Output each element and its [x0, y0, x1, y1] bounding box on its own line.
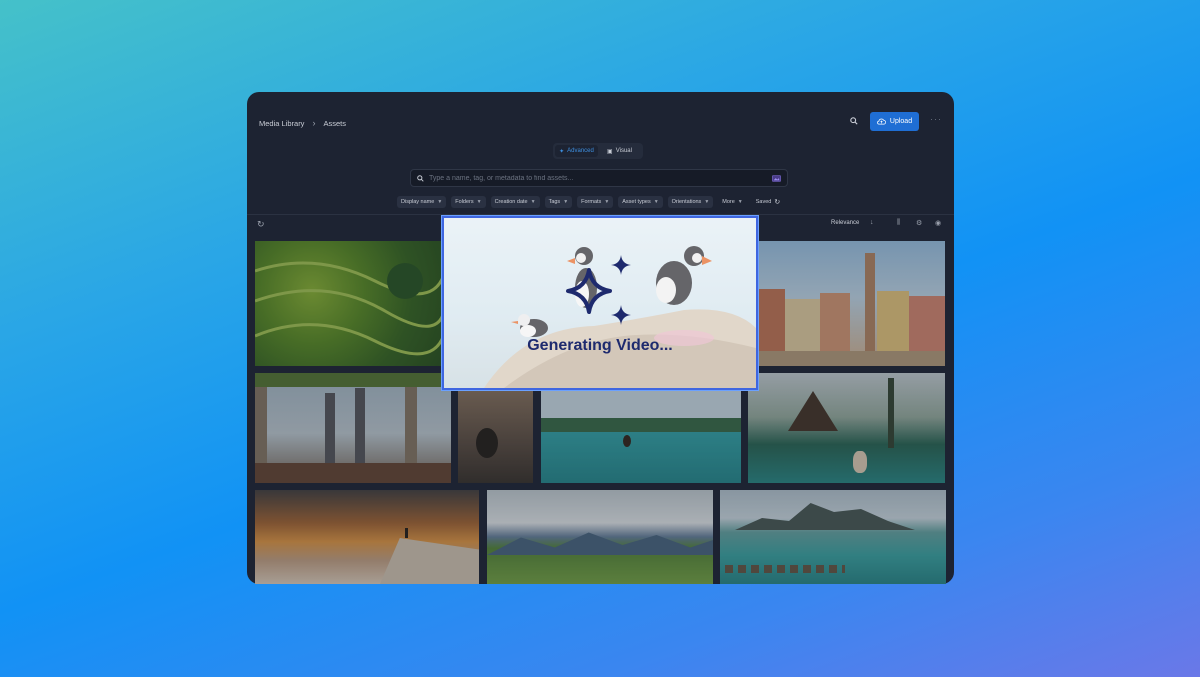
search-mode-toggle: ✦ Advanced ▣ Visual: [553, 143, 643, 159]
view-button[interactable]: ◉: [935, 219, 941, 227]
filter-label: Orientations: [671, 199, 702, 205]
columns-button[interactable]: ⫼: [897, 219, 900, 227]
chevron-down-icon: ▼: [476, 199, 482, 205]
filter-asset-types[interactable]: Asset types ▼: [618, 196, 663, 208]
asset-thumbnail-overwater-bungalows[interactable]: [720, 490, 946, 584]
generating-video-overlay: Generating Video...: [442, 216, 758, 390]
thumbnail-dim: [458, 390, 533, 483]
filter-formats[interactable]: Formats ▼: [577, 196, 614, 208]
chevron-down-icon: ▼: [653, 199, 659, 205]
thumbnail-dim: [255, 373, 451, 483]
chevron-down-icon: ▼: [704, 199, 710, 205]
chevron-down-icon: ▼: [530, 199, 536, 205]
breadcrumb-media-library[interactable]: Media Library: [259, 119, 304, 128]
search-icon: [850, 117, 858, 125]
asset-thumbnail-tropical-resort[interactable]: [748, 373, 945, 483]
thumbnail-dim: [487, 490, 713, 584]
search-field-icon: [417, 174, 424, 182]
filter-label: Creation date: [494, 199, 528, 205]
asset-thumbnail-floral-window[interactable]: [255, 373, 451, 483]
sparkle-small-icon: ✦: [559, 148, 565, 155]
refresh-icon: ↻: [257, 219, 265, 229]
chevron-down-icon: ▼: [604, 199, 610, 205]
filter-label: More: [722, 199, 735, 205]
asset-thumbnail-rice-terraces[interactable]: [255, 241, 445, 366]
filter-tags[interactable]: Tags ▼: [544, 196, 573, 208]
chevron-right-icon: ›: [312, 118, 316, 128]
ellipsis-icon: ···: [930, 114, 942, 124]
asset-thumbnail-infinity-pool[interactable]: [541, 390, 741, 483]
filter-label: Display name: [401, 199, 435, 205]
columns-icon: ⫼: [897, 219, 901, 226]
refresh-small-icon: ↻: [774, 199, 781, 206]
asset-thumbnail-sunset-cliff[interactable]: [255, 490, 479, 584]
chevron-down-icon: ▼: [737, 199, 743, 205]
more-options-button[interactable]: ···: [930, 114, 942, 124]
search-input[interactable]: [429, 174, 767, 182]
search-button[interactable]: [845, 112, 863, 130]
gear-icon: ⚙: [916, 220, 923, 227]
thumbnail-dim: [720, 490, 946, 584]
filter-folders[interactable]: Folders ▼: [451, 196, 486, 208]
arrow-down-icon: ↓: [870, 219, 874, 226]
filter-display-name[interactable]: Display name ▼: [397, 196, 447, 208]
thumbnail-dim: [255, 490, 479, 584]
image-icon: ▣: [607, 148, 613, 155]
filter-label: Tags: [548, 199, 561, 205]
mode-advanced[interactable]: ✦ Advanced: [555, 145, 598, 157]
saved-filters[interactable]: Saved ↻: [752, 196, 784, 208]
filter-creation-date[interactable]: Creation date ▼: [490, 196, 540, 208]
filter-label: Asset types: [622, 199, 651, 205]
settings-button[interactable]: ⚙: [916, 219, 922, 227]
image-search-icon[interactable]: [772, 174, 781, 182]
asset-thumbnail-street-walk[interactable]: [458, 390, 533, 483]
saved-label: Saved: [755, 199, 772, 205]
mode-advanced-label: Advanced: [567, 148, 594, 154]
search-bar: [410, 169, 788, 187]
sort-direction-button[interactable]: ↓: [870, 219, 874, 226]
toolbar-divider: [247, 214, 954, 215]
refresh-button[interactable]: ↻: [257, 219, 265, 230]
sparkle-icon: [566, 255, 631, 325]
upload-button[interactable]: Upload: [870, 112, 919, 131]
filter-label: Folders: [455, 199, 474, 205]
breadcrumb: Media Library › Assets: [259, 118, 346, 128]
filter-orientations[interactable]: Orientations ▼: [667, 196, 714, 208]
breadcrumb-assets: Assets: [323, 118, 346, 128]
thumbnail-dim: [748, 373, 945, 483]
generating-video-text: Generating Video...: [527, 337, 673, 354]
filter-more[interactable]: More ▼: [718, 196, 746, 208]
filter-label: Formats: [581, 199, 602, 205]
thumbnail-dim: [255, 241, 445, 366]
filter-bar: Display name ▼ Folders ▼ Creation date ▼ Ta…: [397, 196, 784, 208]
sort-dropdown[interactable]: Relevance: [831, 220, 859, 226]
mode-visual-label: Visual: [615, 148, 632, 154]
upload-label: Upload: [889, 118, 913, 125]
cloud-upload-icon: [877, 118, 886, 125]
asset-thumbnail-colorful-square[interactable]: [755, 241, 945, 366]
asset-thumbnail-green-valley[interactable]: [487, 490, 713, 584]
thumbnail-dim: [541, 390, 741, 483]
eye-icon: ◉: [935, 220, 942, 227]
mode-visual[interactable]: ▣ Visual: [598, 145, 641, 157]
chevron-down-icon: ▼: [437, 199, 443, 205]
thumbnail-dim: [755, 241, 945, 366]
chevron-down-icon: ▼: [563, 199, 569, 205]
